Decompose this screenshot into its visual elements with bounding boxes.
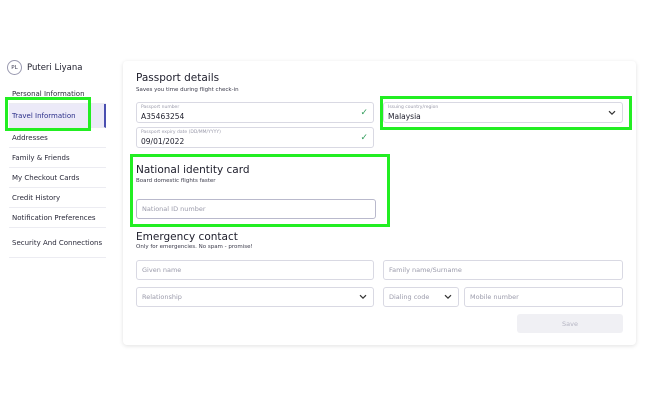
chevron-down-icon [359, 294, 367, 300]
mobile-number-input[interactable]: Mobile number [464, 287, 623, 307]
sidebar-item-checkout-cards[interactable]: My Checkout Cards [9, 168, 106, 188]
dialing-code-select[interactable]: Dialing code [383, 287, 459, 307]
passport-title: Passport details [136, 72, 220, 84]
passport-number-field[interactable]: Passport number A35463254 ✓ [136, 102, 374, 123]
relationship-select[interactable]: Relationship [136, 287, 374, 307]
highlight-box [5, 97, 91, 131]
emergency-subtitle: Only for emergencies. No spam - promise! [136, 244, 253, 250]
passport-expiry-label: Passport expiry date (DD/MM/YYYY) [141, 130, 221, 135]
dialing-code-placeholder: Dialing code [389, 293, 430, 301]
highlight-box [380, 96, 632, 130]
family-name-input[interactable]: Family name/Surname [383, 260, 623, 280]
passport-subtitle: Saves you time during flight check-in [136, 87, 239, 93]
check-icon: ✓ [360, 132, 368, 143]
given-name-input[interactable]: Given name [136, 260, 374, 280]
user-header: PL Puteri Liyana [7, 60, 82, 75]
passport-expiry-field[interactable]: Passport expiry date (DD/MM/YYYY) 09/01/… [136, 127, 374, 148]
chevron-down-icon [444, 294, 452, 300]
family-name-placeholder: Family name/Surname [389, 266, 462, 274]
sidebar-item-addresses[interactable]: Addresses [9, 128, 106, 148]
given-name-placeholder: Given name [142, 266, 182, 274]
check-icon: ✓ [360, 107, 368, 118]
sidebar-item-security-connections[interactable]: Security And Connections [9, 228, 106, 258]
relationship-placeholder: Relationship [142, 293, 182, 301]
passport-expiry-value: 09/01/2022 [141, 137, 185, 146]
passport-number-value: A35463254 [141, 112, 185, 121]
mobile-number-placeholder: Mobile number [470, 293, 519, 301]
sidebar-item-notification-preferences[interactable]: Notification Preferences [9, 208, 106, 228]
avatar: PL [7, 60, 22, 75]
sidebar-item-family-friends[interactable]: Family & Friends [9, 148, 106, 168]
user-name: Puteri Liyana [27, 62, 83, 73]
passport-number-label: Passport number [141, 105, 180, 110]
sidebar-item-credit-history[interactable]: Credit History [9, 188, 106, 208]
highlight-box [130, 154, 390, 227]
emergency-title: Emergency contact [136, 231, 238, 243]
save-button[interactable]: Save [517, 314, 623, 333]
